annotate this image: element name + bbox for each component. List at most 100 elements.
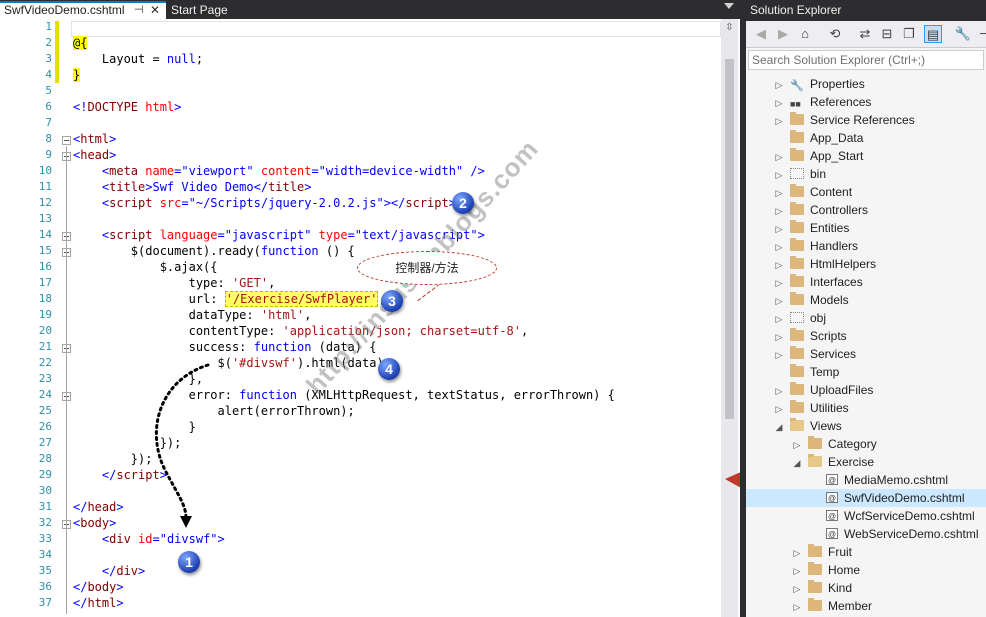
solution-explorer-toolbar: ◀ ▶ ⌂ ⟲ ⇄ ⊟ ❐ ▤ 🔧 −	[746, 21, 986, 48]
tree-item[interactable]: WcfServiceDemo.cshtml	[810, 507, 975, 526]
chevron-right-icon[interactable]: ▷	[774, 256, 784, 274]
chevron-right-icon[interactable]: ▷	[774, 220, 784, 238]
chevron-right-icon[interactable]: ▷	[774, 328, 784, 346]
tree-item[interactable]: ▷ UploadFiles	[774, 381, 873, 399]
code-line-11: <title>Swf Video Demo</title>	[73, 180, 312, 194]
tree-item[interactable]: ▷ Controllers	[774, 201, 868, 219]
tab-swfvideodemo[interactable]: SwfVideoDemo.cshtml ⊣ ✕	[0, 1, 166, 19]
tree-item-label: Scripts	[810, 329, 847, 343]
chevron-right-icon[interactable]: ▷	[774, 184, 784, 202]
tree-item[interactable]: ▷ Services	[774, 345, 856, 363]
line-number: 17	[38, 276, 52, 289]
tree-item[interactable]: ▷ ■■ References	[774, 93, 872, 112]
chevron-right-icon[interactable]: ▷	[774, 94, 784, 112]
properties-icon[interactable]: 🔧	[954, 25, 972, 43]
chevron-right-icon[interactable]: ▷	[774, 202, 784, 220]
home-icon[interactable]: ⌂	[796, 25, 814, 43]
forward-icon[interactable]: ▶	[774, 25, 792, 43]
line-number: 28	[38, 452, 52, 465]
tree-item[interactable]: ▷ Home	[792, 561, 860, 579]
chevron-down-icon[interactable]: ◢	[774, 418, 784, 436]
chevron-right-icon[interactable]: ▷	[774, 400, 784, 418]
sync-icon[interactable]: ⟲	[826, 25, 844, 43]
collapse-icon[interactable]: ⊟	[878, 25, 896, 43]
code-line-33: <div id="divswf">	[73, 532, 225, 546]
tree-item[interactable]: ▷ Service References	[774, 111, 915, 129]
tree-item[interactable]: MediaMemo.cshtml	[810, 471, 948, 490]
tree-item[interactable]: ▷ obj	[774, 309, 826, 327]
scrollbar-thumb[interactable]	[725, 59, 734, 419]
tree-item-label: WebServiceDemo.cshtml	[844, 527, 979, 541]
line-number: 23	[38, 372, 52, 385]
tree-item[interactable]: ▷ bin	[774, 165, 826, 183]
pin-icon[interactable]: ⊣	[134, 3, 144, 18]
tree-item[interactable]: ▷ App_Start	[774, 147, 863, 165]
chevron-down-icon[interactable]	[724, 3, 734, 9]
tree-item[interactable]: ▷ Fruit	[792, 543, 852, 561]
chevron-right-icon[interactable]: ▷	[792, 436, 802, 454]
line-number: 37	[38, 596, 52, 609]
copy-icon[interactable]: ❐	[900, 25, 918, 43]
tree-item[interactable]: ▷ Utilities	[774, 399, 849, 417]
folder-icon	[808, 580, 822, 593]
folder-icon	[790, 274, 804, 287]
chevron-right-icon[interactable]: ▷	[774, 382, 784, 400]
line-number: 3	[45, 52, 52, 65]
tree-item-label: References	[810, 95, 872, 109]
tree-item[interactable]: WebServiceDemo.cshtml	[810, 525, 979, 544]
tree-item[interactable]: ▷ Scripts	[774, 327, 847, 345]
code-line-8: <html>	[73, 132, 117, 146]
tree-item[interactable]: App_Data	[774, 129, 863, 147]
chevron-right-icon[interactable]: ▷	[774, 292, 784, 310]
fold-toggle[interactable]	[62, 136, 71, 145]
chevron-right-icon[interactable]: ▷	[774, 238, 784, 256]
tree-item-label: Services	[810, 347, 857, 361]
tree-item[interactable]: ▷ Handlers	[774, 237, 858, 255]
tree-item[interactable]: ▷ 🔧 Properties	[774, 75, 865, 93]
tree-item-label: Temp	[810, 365, 840, 379]
folder-icon	[790, 202, 804, 215]
solution-search-input[interactable]: Search Solution Explorer (Ctrl+;)	[748, 50, 984, 70]
close-icon[interactable]: ✕	[150, 3, 160, 18]
folder-icon	[790, 364, 804, 377]
back-icon[interactable]: ◀	[752, 25, 770, 43]
chevron-right-icon[interactable]: ▷	[792, 580, 802, 598]
show-all-files-icon[interactable]: ▤	[924, 25, 942, 43]
tree-item[interactable]: Temp	[774, 363, 839, 381]
line-number: 1	[45, 20, 52, 33]
chevron-right-icon[interactable]: ▷	[792, 544, 802, 562]
tree-item[interactable]: ▷ Content	[774, 183, 852, 201]
minus-icon[interactable]: −	[974, 25, 986, 43]
chevron-right-icon[interactable]: ▷	[792, 562, 802, 580]
chevron-right-icon[interactable]: ▷	[774, 148, 784, 166]
tree-item[interactable]: ▷ Member	[792, 597, 872, 615]
folder-icon	[790, 184, 804, 197]
tree-item[interactable]: ◢ Exercise	[792, 453, 874, 471]
tab-start-page[interactable]: Start Page	[167, 1, 257, 19]
refresh-icon[interactable]: ⇄	[856, 25, 874, 43]
chevron-down-icon[interactable]: ◢	[792, 454, 802, 472]
badge-4: 4	[378, 358, 400, 380]
tree-item[interactable]: ▷ Entities	[774, 219, 849, 237]
tree-item[interactable]: ▷ Models	[774, 291, 849, 309]
chevron-right-icon[interactable]: ▷	[792, 598, 802, 616]
chevron-right-icon[interactable]: ▷	[774, 274, 784, 292]
chevron-right-icon[interactable]: ▷	[774, 310, 784, 328]
tree-item[interactable]: ▷ HtmlHelpers	[774, 255, 876, 273]
tree-item[interactable]: ▷ Interfaces	[774, 273, 863, 291]
chevron-right-icon[interactable]: ▷	[774, 76, 784, 94]
line-number: 21	[38, 340, 52, 353]
split-icon[interactable]: ⇳	[724, 22, 735, 34]
tree-item[interactable]: ▷ Category	[792, 435, 877, 453]
vertical-scrollbar[interactable]: ⇳	[721, 19, 738, 617]
code-line-37: </html>	[73, 596, 124, 610]
chevron-right-icon[interactable]: ▷	[774, 112, 784, 130]
line-number: 24	[38, 388, 52, 401]
tree-item[interactable]: ▷ Kind	[792, 579, 852, 597]
tree-item[interactable]: SwfVideoDemo.cshtml	[810, 489, 965, 508]
chevron-right-icon[interactable]: ▷	[774, 346, 784, 364]
tree-item[interactable]: ◢ Views	[774, 417, 842, 435]
chevron-right-icon[interactable]: ▷	[774, 166, 784, 184]
tree-item-label: Service References	[810, 113, 915, 127]
folder-icon	[790, 328, 804, 341]
